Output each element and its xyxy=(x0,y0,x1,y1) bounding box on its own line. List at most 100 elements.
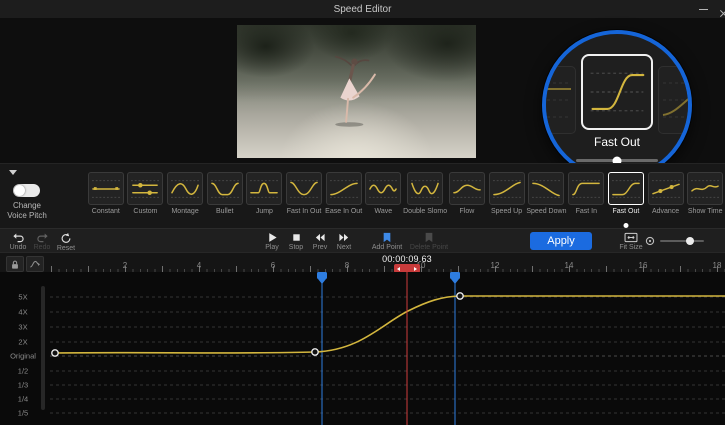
preset-montage-icon xyxy=(167,172,203,205)
stop-icon xyxy=(291,232,302,243)
preset-fast-in[interactable]: Fast In xyxy=(566,164,606,229)
preset-jump[interactable]: Jump xyxy=(245,164,285,229)
magnified-fast-out-thumbnail xyxy=(581,54,653,130)
window-title: Speed Editor xyxy=(334,4,392,15)
titlebar: Speed Editor xyxy=(0,0,725,19)
lock-icon xyxy=(10,259,20,270)
preset-wave-icon xyxy=(365,172,401,205)
add-point-button[interactable]: Add Point xyxy=(366,229,408,253)
ruler-number: 16 xyxy=(639,261,648,270)
stop-button[interactable]: Stop xyxy=(284,229,308,253)
fast-out-curve-icon xyxy=(585,58,649,126)
preset-custom-icon xyxy=(127,172,163,205)
preset-wave[interactable]: Wave xyxy=(363,164,403,229)
preset-ease-in-out-icon xyxy=(326,172,362,205)
add-point-icon xyxy=(382,232,392,243)
redo-icon xyxy=(36,232,49,243)
delete-point-button[interactable]: Delete Point xyxy=(408,229,450,253)
speed-curve[interactable] xyxy=(55,296,725,353)
magnified-speed-slider[interactable] xyxy=(576,159,658,162)
preset-speed-up-icon xyxy=(489,172,525,205)
voice-pitch-label-line2: Voice Pitch xyxy=(7,211,47,220)
ruler-number: 14 xyxy=(565,261,574,270)
timeline-ruler[interactable]: 2 4 6 8 10 12 14 16 18 00:00:09.63 xyxy=(0,252,725,273)
minimize-button[interactable] xyxy=(699,9,708,10)
preset-bullet-icon xyxy=(207,172,243,205)
magnified-adjacent-preset-left xyxy=(542,66,576,134)
play-icon xyxy=(267,232,278,243)
reset-button[interactable]: Reset xyxy=(54,229,78,253)
undo-icon xyxy=(12,232,25,243)
preset-constant-icon xyxy=(88,172,124,205)
toggle-knob xyxy=(14,185,25,196)
curve-edit-icon xyxy=(29,259,41,269)
preset-flow-icon xyxy=(449,172,485,205)
preset-ease-in-out[interactable]: Ease In Out xyxy=(324,164,364,229)
preset-fast-in-icon xyxy=(568,172,604,205)
video-preview xyxy=(237,25,476,158)
voice-pitch-label: Change Voice Pitch xyxy=(0,201,55,221)
preset-fast-in-out[interactable]: Fast In Out xyxy=(284,164,324,229)
voice-pitch-label-line1: Change xyxy=(13,201,41,210)
curve-edit-button[interactable] xyxy=(26,256,44,272)
preset-advance[interactable]: Advance xyxy=(646,164,686,229)
preset-speed-down-icon xyxy=(528,172,564,205)
preset-row: Change Voice Pitch Constant Custom xyxy=(0,163,725,229)
curve-control-point[interactable] xyxy=(52,350,58,356)
next-icon xyxy=(338,232,350,243)
delete-point-icon xyxy=(424,232,434,243)
preset-montage[interactable]: Montage xyxy=(165,164,205,229)
preset-constant[interactable]: Constant xyxy=(86,164,126,229)
preset-speed-up[interactable]: Speed Up xyxy=(487,164,527,229)
preset-advance-icon xyxy=(648,172,684,205)
preset-double-slomo-icon xyxy=(407,172,443,205)
magnified-adjacent-preset-right xyxy=(658,66,692,134)
reset-icon xyxy=(60,232,72,244)
speed-curve-graph[interactable]: 5X 4X 3X 2X Original 1/2 1/3 1/4 1/5 xyxy=(0,272,725,425)
preset-fast-out[interactable]: Fast Out xyxy=(606,164,646,229)
zoom-level-icon xyxy=(645,236,655,246)
ruler-number: 12 xyxy=(491,261,500,270)
undo-button[interactable]: Undo xyxy=(6,229,30,253)
play-button[interactable]: Play xyxy=(260,229,284,253)
prev-icon xyxy=(314,232,326,243)
keyframe-marker[interactable] xyxy=(317,272,327,425)
current-time-label: 00:00:09.63 xyxy=(382,254,432,264)
preset-bullet[interactable]: Bullet xyxy=(205,164,245,229)
grid-lines xyxy=(50,297,725,413)
magnified-preset-label: Fast Out xyxy=(546,135,688,149)
preset-show-time[interactable]: Show Time xyxy=(685,164,725,229)
next-button[interactable]: Next xyxy=(332,229,356,253)
collapse-arrow-icon[interactable] xyxy=(9,170,17,175)
apply-button-label: Apply xyxy=(547,235,575,247)
preset-double-slomo[interactable]: Double Slomo xyxy=(403,164,447,229)
curve-control-point[interactable] xyxy=(312,349,318,355)
fit-size-icon xyxy=(624,232,638,243)
minimize-icon xyxy=(699,9,708,10)
preset-custom[interactable]: Custom xyxy=(126,164,166,229)
preset-jump-icon xyxy=(246,172,282,205)
voice-pitch-toggle[interactable] xyxy=(13,184,40,197)
preset-fast-out-icon xyxy=(608,172,644,205)
redo-button[interactable]: Redo xyxy=(30,229,54,253)
preview-area: Fast Out xyxy=(0,18,725,163)
timeline-zoom-slider[interactable] xyxy=(660,240,704,242)
curve-control-point[interactable] xyxy=(457,293,463,299)
ruler-number: 8 xyxy=(345,261,349,270)
ruler-number: 6 xyxy=(271,261,275,270)
lock-button[interactable] xyxy=(6,256,24,272)
toolbar: Undo Redo Reset Play xyxy=(0,228,725,253)
ruler-number: 4 xyxy=(197,261,201,270)
preset-flow[interactable]: Flow xyxy=(447,164,487,229)
zoom-magnifier: Fast Out xyxy=(542,30,692,180)
preset-list: Constant Custom Montage Bullet xyxy=(86,164,725,229)
timeline-zoom-handle[interactable] xyxy=(686,237,694,245)
preset-fast-in-out-icon xyxy=(286,172,322,205)
prev-button[interactable]: Prev xyxy=(308,229,332,253)
preset-speed-down[interactable]: Speed Down xyxy=(526,164,566,229)
ruler-number: 2 xyxy=(123,261,127,270)
preset-show-time-icon xyxy=(687,172,723,205)
speed-editor-window: Speed Editor xyxy=(0,0,725,425)
ruler-number: 18 xyxy=(713,261,722,270)
apply-button[interactable]: Apply xyxy=(530,232,592,250)
